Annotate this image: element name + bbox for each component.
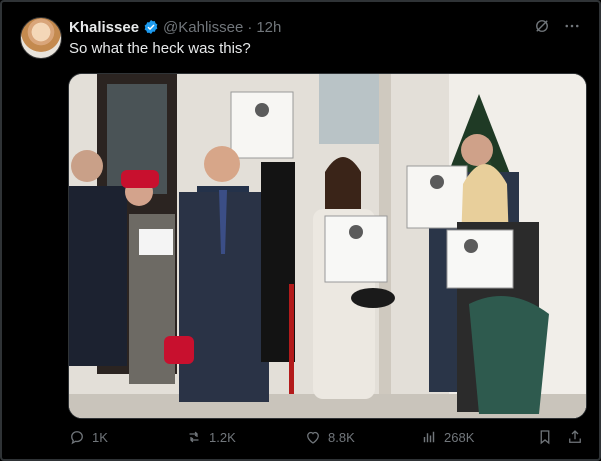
like-count: 8.8K (328, 429, 355, 445)
separator-dot: · (247, 18, 253, 36)
more-icon[interactable] (563, 17, 581, 35)
view-count: 268K (444, 429, 475, 445)
views-icon (423, 431, 435, 443)
repost-count: 1.2K (209, 429, 236, 445)
like-icon (307, 431, 319, 444)
reply-button[interactable]: 1K (68, 428, 108, 446)
tweet-media-photo[interactable] (68, 73, 587, 419)
author-name[interactable]: Khalissee (69, 19, 139, 36)
author-avatar[interactable] (20, 17, 62, 59)
reply-icon (71, 431, 83, 445)
bookmark-icon (540, 430, 550, 445)
tweet-text: So what the heck was this? (69, 40, 251, 57)
tweet-timestamp[interactable]: 12h (256, 19, 281, 36)
tweet-header: Khalissee @Kahlissee · 12h (69, 16, 281, 38)
grok-icon[interactable] (533, 17, 551, 35)
repost-button[interactable]: 1.2K (185, 428, 236, 446)
tweet-top-actions (533, 17, 581, 35)
views-button[interactable]: 268K (420, 428, 474, 446)
tweet-actions-bar: 1K 1.2K 8.8K 268K (68, 428, 588, 452)
bookmark-button[interactable] (536, 428, 554, 446)
tweet-card[interactable]: Khalissee @Kahlissee · 12h So what the h… (0, 0, 601, 461)
press-photo (69, 74, 586, 418)
like-button[interactable]: 8.8K (304, 428, 355, 446)
share-button[interactable] (566, 428, 584, 446)
share-icon (569, 430, 581, 443)
reply-count: 1K (92, 429, 108, 445)
author-handle[interactable]: @Kahlissee (163, 19, 243, 36)
repost-icon (189, 431, 199, 443)
verified-badge-icon (143, 19, 159, 35)
